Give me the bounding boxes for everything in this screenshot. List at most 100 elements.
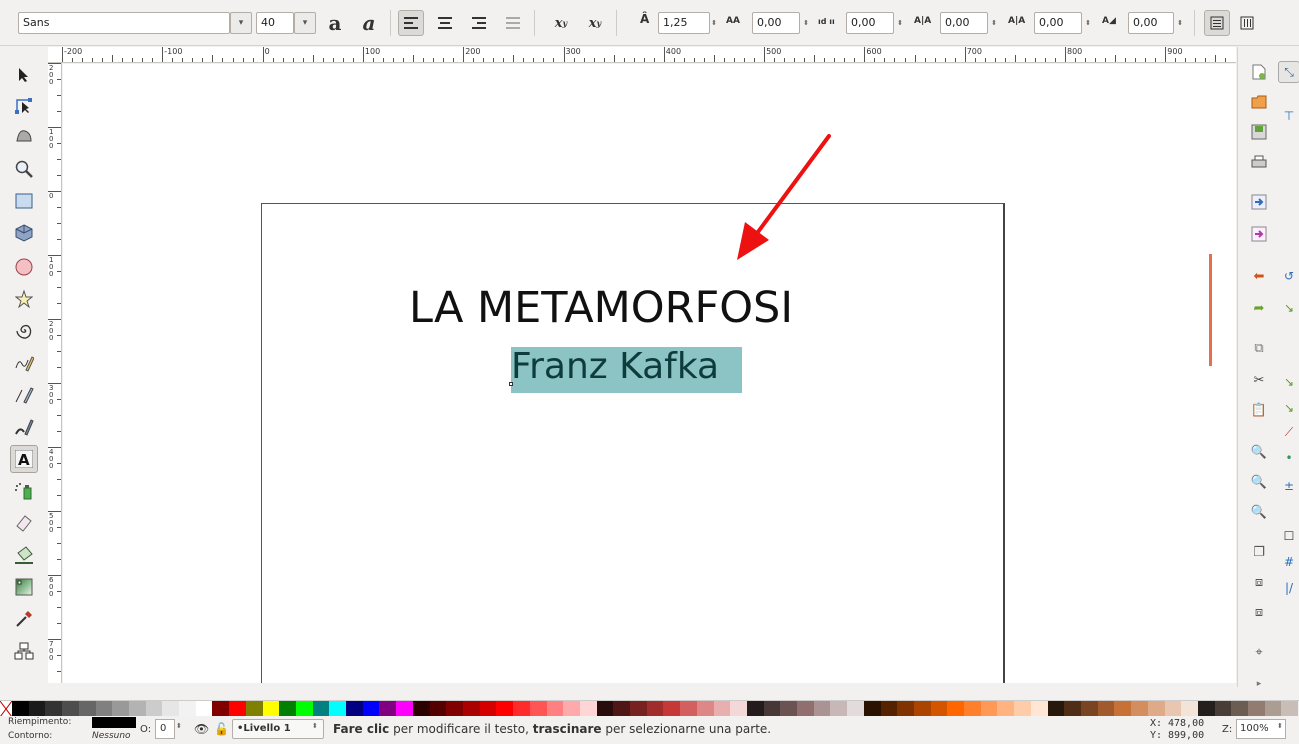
layer-selector[interactable]: •Livello 1 (232, 719, 324, 739)
snap-rotation-center-icon[interactable]: ± (1278, 475, 1299, 497)
zoom-spin-icon[interactable]: ⬍ (1277, 722, 1283, 730)
snap-center-icon[interactable]: • (1278, 447, 1299, 469)
font-family-dropdown-icon[interactable]: ▾ (230, 12, 252, 34)
palette-swatch[interactable] (412, 701, 430, 717)
palette-swatch[interactable] (713, 701, 731, 717)
line-spacing-input[interactable]: 1,25 (658, 12, 710, 34)
palette-swatch[interactable] (1114, 701, 1132, 717)
node-tool-icon[interactable] (10, 91, 38, 119)
palette-swatch[interactable] (1147, 701, 1165, 717)
layer-lock-icon[interactable]: 🔓 (214, 722, 229, 736)
font-family-input[interactable]: Sans (18, 12, 230, 34)
eraser-tool-icon[interactable] (10, 509, 38, 537)
cut-icon[interactable]: ✂ (1248, 369, 1270, 391)
zoom-tool-icon[interactable] (10, 155, 38, 183)
palette-swatch[interactable] (596, 701, 614, 717)
palette-swatch[interactable] (880, 701, 898, 717)
fill-color-indicator[interactable] (92, 717, 136, 728)
palette-swatch[interactable] (529, 701, 547, 717)
palette-swatch[interactable] (162, 701, 180, 717)
italic-icon[interactable]: a (356, 10, 382, 36)
palette-swatch[interactable] (1030, 701, 1048, 717)
justify-icon[interactable] (500, 10, 526, 36)
palette-swatch[interactable] (379, 701, 397, 717)
pen-tool-icon[interactable] (10, 381, 38, 409)
gradient-tool-icon[interactable] (10, 573, 38, 601)
palette-swatch[interactable] (1064, 701, 1081, 717)
snap-toggle-icon[interactable]: ⤡ (1278, 61, 1299, 83)
palette-swatch[interactable] (513, 701, 530, 717)
palette-swatch[interactable] (212, 701, 230, 717)
connector-tool-icon[interactable] (10, 637, 38, 665)
bold-icon[interactable]: a (322, 10, 348, 36)
palette-swatch[interactable] (980, 701, 998, 717)
palette-swatch[interactable] (1214, 701, 1232, 717)
palette-swatch[interactable] (813, 701, 831, 717)
palette-swatch[interactable] (763, 701, 781, 717)
select-same-icon[interactable]: ⌖ (1248, 641, 1270, 663)
palette-swatch[interactable] (429, 701, 447, 717)
palette-swatch[interactable] (1047, 701, 1065, 717)
palette-swatch[interactable] (462, 701, 480, 717)
palette-swatch[interactable] (1248, 701, 1265, 717)
pencil-tool-icon[interactable] (10, 349, 38, 377)
palette-swatch[interactable] (195, 701, 213, 717)
palette-swatch[interactable] (112, 701, 129, 717)
document-title-text[interactable]: LA METAMORFOSI (409, 283, 793, 333)
palette-swatch[interactable] (830, 701, 848, 717)
palette-swatch[interactable] (1131, 701, 1148, 717)
snap-grid-icon[interactable]: # (1278, 551, 1299, 573)
snap-bbox-icon[interactable]: ⊤ (1278, 105, 1299, 127)
palette-swatch[interactable] (680, 701, 697, 717)
palette-swatch[interactable] (964, 701, 981, 717)
palette-swatch[interactable] (613, 701, 631, 717)
palette-swatch[interactable] (1014, 701, 1031, 717)
snap-smooth-icon[interactable]: ↘ (1278, 397, 1299, 419)
rotation-input[interactable]: 0,00 (1128, 12, 1174, 34)
snap-intersections-icon[interactable]: ↘ (1278, 371, 1299, 393)
ellipse-tool-icon[interactable] (10, 253, 38, 281)
unlink-clone-icon[interactable]: ⧈ (1248, 601, 1270, 623)
dropper-tool-icon[interactable] (10, 605, 38, 633)
tweak-tool-icon[interactable] (10, 121, 38, 149)
palette-swatch[interactable] (1081, 701, 1098, 717)
palette-swatch[interactable] (1164, 701, 1182, 717)
kerning-input[interactable]: 0,00 (940, 12, 988, 34)
palette-swatch[interactable] (797, 701, 814, 717)
layer-visibility-icon[interactable]: 👁 (194, 722, 209, 736)
snap-page-border-icon[interactable]: ☐ (1278, 525, 1299, 547)
palette-swatch[interactable] (947, 701, 965, 717)
redo-icon[interactable]: ➦ (1248, 297, 1270, 319)
palette-swatch[interactable] (847, 701, 864, 717)
new-document-icon[interactable] (1248, 61, 1270, 83)
copy-icon[interactable]: ⧉ (1248, 337, 1270, 359)
snap-midpoint-icon[interactable]: ⟋ (1278, 421, 1299, 443)
save-icon[interactable] (1248, 121, 1270, 143)
letter-spacing-input[interactable]: 0,00 (752, 12, 800, 34)
no-paint-swatch-icon[interactable] (0, 700, 13, 718)
duplicate-icon[interactable]: ❐ (1248, 541, 1270, 563)
palette-swatch[interactable] (45, 701, 63, 717)
align-left-icon[interactable] (398, 10, 424, 36)
palette-swatch[interactable] (1264, 701, 1282, 717)
letter-spacing-spin-icon[interactable]: ⬍ (800, 13, 812, 33)
align-right-icon[interactable] (466, 10, 492, 36)
print-icon[interactable] (1248, 151, 1270, 173)
word-spacing-spin-icon[interactable]: ⬍ (894, 13, 906, 33)
palette-swatch[interactable] (730, 701, 747, 717)
font-size-dropdown-icon[interactable]: ▾ (294, 12, 316, 34)
word-spacing-input[interactable]: 0,00 (846, 12, 894, 34)
palette-swatch[interactable] (78, 701, 96, 717)
selector-tool-icon[interactable] (10, 61, 38, 89)
layer-dropdown-icon[interactable]: ⬍ (312, 722, 318, 730)
palette-swatch[interactable] (12, 701, 29, 717)
opacity-input[interactable]: 0 (155, 719, 175, 739)
palette-swatch[interactable] (1231, 701, 1249, 717)
palette-swatch[interactable] (279, 701, 296, 717)
zoom-selection-icon[interactable]: 🔍 (1248, 441, 1270, 463)
rotation-spin-icon[interactable]: ⬍ (1174, 13, 1186, 33)
palette-swatch[interactable] (1097, 701, 1115, 717)
palette-swatch[interactable] (346, 701, 363, 717)
snap-paths-icon[interactable]: ↘ (1278, 297, 1299, 319)
horizontal-text-icon[interactable] (1204, 10, 1230, 36)
